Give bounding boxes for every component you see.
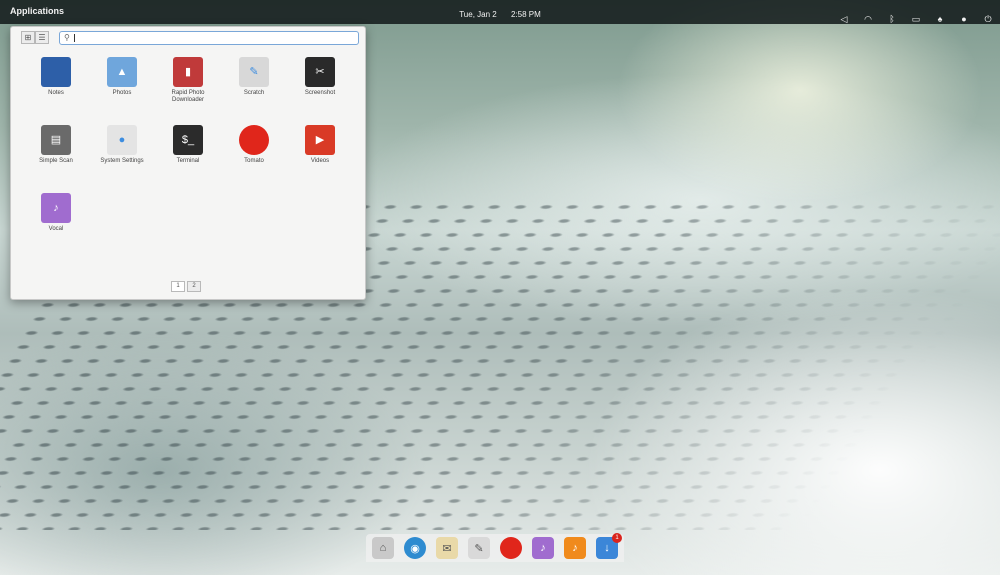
power-icon[interactable]: ⏻ [982,14,994,24]
bluetooth-icon[interactable]: ᛒ [886,14,898,24]
search-input[interactable]: ⚲ [59,31,359,45]
search-icon: ⚲ [64,33,70,42]
mail-icon[interactable]: ✉ [436,537,458,559]
page-switcher: 1 2 [171,281,201,292]
app-label: System Settings [100,158,144,164]
category-view-icon[interactable]: ☰ [35,31,49,44]
videos-icon: ▶ [305,125,335,155]
app-launcher-item[interactable]: ▤ Simple Scan [23,125,89,165]
photos-icon: ▲ [107,57,137,87]
app-launcher-item[interactable]: ♪ Vocal [23,193,89,233]
user-icon[interactable]: ● [958,14,970,24]
network-icon[interactable]: ◠ [862,14,874,24]
vocal-icon: ♪ [41,193,71,223]
dock: ⌂ ◉ ✉ ✎ ♪ ♪ ↓ 1 [366,533,624,562]
app-launcher-item[interactable]: ▲ Photos [89,57,155,97]
scratch-dock-icon[interactable]: ✎ [468,537,490,559]
app-label: Rapid Photo Downloader [171,90,205,103]
clock-time: 2:58 PM [510,10,541,19]
text-cursor [73,33,75,42]
appcenter-icon[interactable]: ↓ 1 [596,533,622,559]
grid-view-icon[interactable]: ⊞ [21,31,35,44]
scratch-icon: ✎ [239,57,269,87]
terminal-icon: $_ [173,125,203,155]
app-label: Videos [310,158,330,164]
tomato-dock-icon[interactable] [500,537,522,559]
app-label: Scratch [243,90,265,96]
app-launcher-item[interactable]: Notes [23,57,89,97]
dock-glyph: ♪ [572,542,578,554]
page-1-button[interactable]: 1 [171,281,185,292]
volume-icon[interactable]: ◁ [838,14,850,24]
app-label: Simple Scan [39,158,73,164]
dock-glyph: ✎ [474,542,484,555]
notifications-icon[interactable]: ♠ [934,14,946,24]
system-settings-icon: ● [107,125,137,155]
screenshot-icon: ✂ [305,57,335,87]
app-label: Tomato [244,158,264,164]
page-2-button[interactable]: 2 [187,281,201,292]
app-launcher-item[interactable]: ✎ Scratch [221,57,287,97]
rapid-photo-downloader-icon: ▮ [173,57,203,87]
app-label: Notes [48,90,64,96]
tomato-icon [239,125,269,155]
files-icon[interactable]: ⌂ [372,537,394,559]
applications-launcher: ⊞ ☰ ⚲ Notes ▲ Photos ▮ Rapid Photo Downloade… [10,26,366,300]
app-label: Screenshot [304,90,336,96]
app-launcher-item[interactable]: $_ Terminal [155,125,221,165]
clock-date: Tue, Jan 2 [459,10,497,19]
app-launcher-item[interactable]: ▮ Rapid Photo Downloader [155,57,221,104]
notes-icon [41,57,71,87]
dock-glyph: ♪ [540,542,546,554]
app-label: Vocal [48,226,64,232]
dock-glyph: ◉ [410,542,420,555]
notification-badge: 1 [612,533,622,543]
top-panel: Applications Tue, Jan 2 2:58 PM ◁ ◠ ᛒ ▭ ♠ ● ⏻ [0,0,1000,24]
vocal-dock-icon[interactable]: ♪ [532,537,554,559]
app-launcher-item[interactable]: ▶ Videos [287,125,353,165]
music-icon[interactable]: ♪ [564,537,586,559]
indicator-area: ◁ ◠ ᛒ ▭ ♠ ● ⏻ [838,14,994,24]
app-label: Photos [112,90,132,96]
browser-icon[interactable]: ◉ [404,537,426,559]
app-launcher-item[interactable]: ● System Settings [89,125,155,165]
app-launcher-item[interactable]: ✂ Screenshot [287,57,353,97]
app-launcher-item[interactable]: Tomato [221,125,287,165]
battery-icon[interactable]: ▭ [910,14,922,24]
simple-scan-icon: ▤ [41,125,71,155]
app-label: Terminal [176,158,200,164]
view-toggle: ⊞ ☰ [21,31,49,44]
dock-glyph: ✉ [442,542,452,555]
dock-glyph: ⌂ [379,542,387,554]
dock-glyph: ↓ [604,542,610,554]
